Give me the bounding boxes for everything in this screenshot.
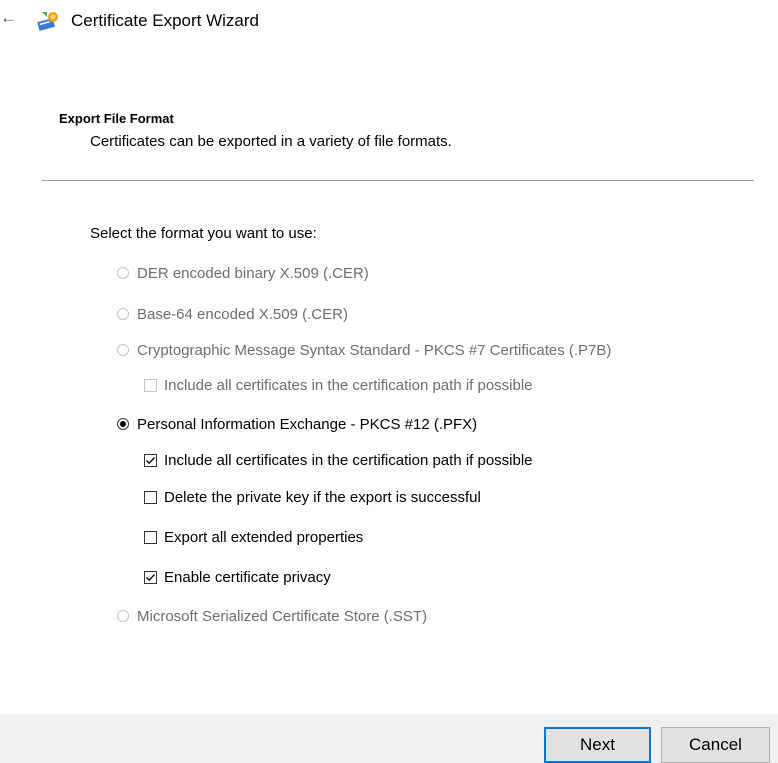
radio-der-label: DER encoded binary X.509 (.CER) (137, 265, 369, 282)
radio-pkcs7-label: Cryptographic Message Syntax Standard - … (137, 342, 612, 359)
page-subtitle: Certificates can be exported in a variet… (90, 133, 452, 150)
format-prompt: Select the format you want to use: (90, 225, 317, 242)
radio-base64-label: Base-64 encoded X.509 (.CER) (137, 306, 348, 323)
checkbox-pfx-include-label: Include all certificates in the certific… (164, 452, 533, 469)
page-title: Export File Format (59, 111, 174, 126)
checkbox-export-extended-box (144, 531, 157, 544)
back-arrow-icon[interactable]: ← (0, 8, 17, 28)
checkbox-pkcs7-include-label: Include all certificates in the certific… (164, 377, 533, 394)
radio-der-circle (117, 267, 129, 279)
checkmark-icon (146, 574, 155, 582)
radio-base64-circle (117, 308, 129, 320)
radio-pfx-label: Personal Information Exchange - PKCS #12… (137, 416, 478, 433)
next-button[interactable]: Next (544, 727, 651, 763)
checkbox-delete-private-key-box (144, 491, 157, 504)
checkbox-export-extended-label: Export all extended properties (164, 529, 364, 546)
radio-pfx-circle (117, 418, 129, 430)
radio-sst-label: Microsoft Serialized Certificate Store (… (137, 608, 428, 625)
checkbox-delete-private-key-label: Delete the private key if the export is … (164, 489, 481, 506)
radio-sst-circle (117, 610, 129, 622)
checkbox-pfx-include-box (144, 454, 157, 467)
cancel-button[interactable]: Cancel (661, 727, 770, 763)
checkbox-pkcs7-include-box (144, 379, 157, 392)
checkbox-enable-privacy-label: Enable certificate privacy (164, 569, 331, 586)
checkbox-enable-privacy-box (144, 571, 157, 584)
header-divider (42, 180, 754, 181)
title-bar: ← Certificate Export Wizard (0, 0, 778, 40)
window-title: Certificate Export Wizard (71, 11, 259, 30)
radio-pkcs7-circle (117, 344, 129, 356)
certificate-wizard-icon (37, 12, 58, 31)
page-header: Export File Format Certificates can be e… (59, 111, 452, 150)
checkmark-icon (146, 457, 155, 465)
